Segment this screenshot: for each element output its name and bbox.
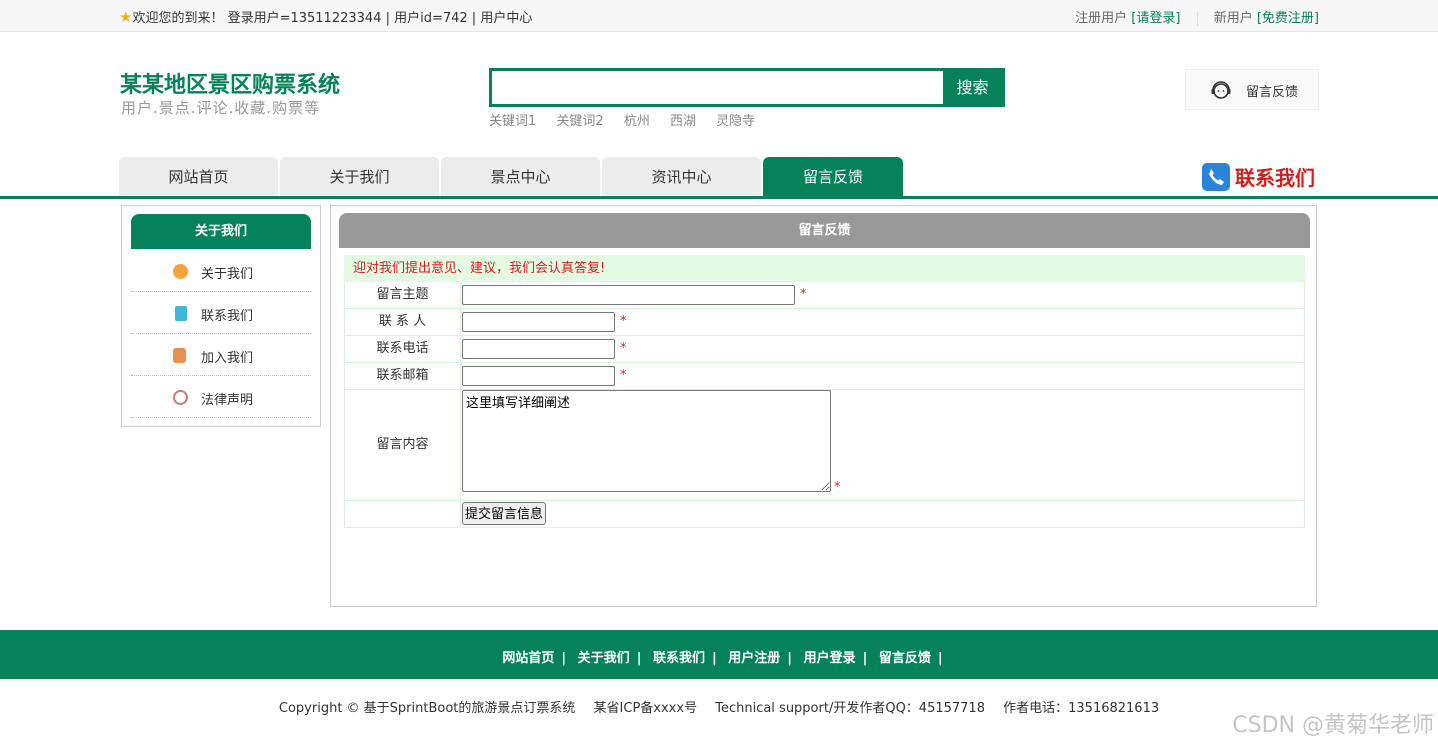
author-phone-text: 作者电话：13516821613 — [1003, 701, 1160, 716]
keyword-link[interactable]: 关键词2 — [556, 114, 603, 129]
contact-row: 联 系 人 * — [344, 309, 1305, 336]
keyword-link[interactable]: 关键词1 — [489, 114, 536, 129]
welcome-message: 欢迎您的到来！ 登录用户=13511223344 | 用户id=742 | 用户… — [132, 11, 533, 26]
nav-tab-feedback[interactable]: 留言反馈 — [763, 157, 903, 197]
footer-separator: | — [862, 651, 868, 666]
phone-row: 联系电话 * — [344, 336, 1305, 363]
coin-icon — [173, 264, 188, 279]
phone-input[interactable] — [462, 339, 615, 359]
headset-icon — [1211, 81, 1231, 99]
support-text: Technical support/开发作者QQ：45157718 — [715, 701, 985, 716]
site-subtitle: 用户.景点.评论.收藏.购票等 — [121, 99, 321, 117]
account-links: 注册用户 [请登录] 新用户 [免费注册] — [1075, 7, 1319, 26]
footer-separator: | — [937, 651, 943, 666]
search-box: 搜索 — [489, 68, 1005, 107]
sidebar-item-label: 联系我们 — [201, 309, 254, 324]
email-label: 联系邮箱 — [345, 363, 461, 389]
sidebar: 关于我们 关于我们 联系我们 加入我们 法律声明 — [121, 205, 321, 427]
keyword-link[interactable]: 灵隐寺 — [716, 114, 755, 129]
footer-separator: | — [711, 651, 717, 666]
content-textarea[interactable]: 这里填写详细阐述 — [462, 390, 831, 492]
email-input[interactable] — [462, 366, 615, 386]
star-icon: ★ — [119, 8, 133, 26]
sidebar-item-join[interactable]: 加入我们 — [131, 334, 311, 376]
required-mark: * — [620, 368, 627, 383]
form-notice: 迎对我们提出意见、建议，我们会认真答复! — [344, 255, 1305, 282]
contact-us-text: 联系我们 — [1235, 166, 1315, 190]
submit-row-spacer — [345, 501, 461, 527]
login-link[interactable]: [请登录] — [1131, 11, 1180, 26]
footer-link-home[interactable]: 网站首页 — [502, 651, 554, 666]
sidebar-item-about[interactable]: 关于我们 — [131, 250, 311, 292]
welcome-text: ★欢迎您的到来！ 登录用户=13511223344 | 用户id=742 | 用… — [119, 7, 532, 26]
subject-row: 留言主题 * — [344, 282, 1305, 309]
email-row: 联系邮箱 * — [344, 363, 1305, 390]
footer-separator: | — [787, 651, 793, 666]
contact-label: 联 系 人 — [345, 309, 461, 335]
nav-tab-attractions[interactable]: 景点中心 — [441, 157, 600, 197]
sidebar-item-label: 关于我们 — [201, 267, 254, 282]
keyword-link[interactable]: 杭州 — [624, 114, 650, 129]
new-user-label: 新用户 — [1213, 11, 1253, 26]
panel-title: 留言反馈 — [339, 213, 1310, 248]
subject-input[interactable] — [462, 285, 795, 305]
sidebar-item-label: 加入我们 — [201, 351, 254, 366]
required-mark: * — [800, 287, 807, 302]
footer-separator: | — [636, 651, 642, 666]
footer-link-about[interactable]: 关于我们 — [578, 651, 630, 666]
submit-button[interactable]: 提交留言信息 — [462, 502, 547, 525]
copyright-text: Copyright © 基于SprintBoot的旅游景点订票系统 — [278, 701, 576, 716]
lock-icon — [173, 348, 186, 363]
contact-input[interactable] — [462, 312, 615, 332]
feedback-panel: 留言反馈 迎对我们提出意见、建议，我们会认真答复! 留言主题 * 联 系 人 *… — [330, 205, 1317, 607]
nav-tab-about[interactable]: 关于我们 — [280, 157, 439, 197]
clipboard-icon — [175, 306, 187, 321]
submit-row: 提交留言信息 — [344, 501, 1305, 528]
footer-link-login[interactable]: 用户登录 — [804, 651, 856, 666]
phone-label: 联系电话 — [345, 336, 461, 362]
footer-link-feedback[interactable]: 留言反馈 — [879, 651, 931, 666]
content-label: 留言内容 — [345, 390, 461, 500]
copyright-bar: Copyright © 基于SprintBoot的旅游景点订票系统 某省ICP备… — [0, 697, 1438, 716]
sidebar-item-legal[interactable]: 法律声明 — [131, 376, 311, 418]
footer-links: 网站首页 | 关于我们 | 联系我们 | 用户注册 | 用户登录 | 留言反馈 | — [495, 647, 942, 666]
sidebar-item-contact[interactable]: 联系我们 — [131, 292, 311, 334]
nav-tab-home[interactable]: 网站首页 — [119, 157, 278, 197]
csdn-watermark: CSDN @黄菊华老师 — [1232, 713, 1434, 738]
free-register-link[interactable]: [免费注册] — [1257, 11, 1319, 26]
site-title[interactable]: 某某地区景区购票系统 — [120, 67, 340, 99]
content-row: 留言内容 这里填写详细阐述 * — [344, 390, 1305, 501]
feedback-shortcut-label: 留言反馈 — [1246, 85, 1299, 100]
search-input[interactable] — [492, 71, 943, 104]
contact-us-banner[interactable]: 联系我们 — [1202, 162, 1315, 192]
footer-nav: 网站首页 | 关于我们 | 联系我们 | 用户注册 | 用户登录 | 留言反馈 | — [0, 630, 1438, 679]
footer-link-contact[interactable]: 联系我们 — [653, 651, 705, 666]
divider — [1196, 11, 1198, 26]
subject-label: 留言主题 — [345, 282, 461, 308]
search-button[interactable]: 搜索 — [943, 71, 1002, 104]
required-mark: * — [834, 480, 841, 495]
nav-underline — [0, 196, 1438, 199]
power-icon — [173, 390, 188, 405]
sidebar-title: 关于我们 — [131, 214, 311, 249]
hot-keywords: 关键词1 关键词2 杭州 西湖 灵隐寺 — [489, 110, 771, 129]
required-mark: * — [620, 341, 627, 356]
footer-separator: | — [561, 651, 567, 666]
feedback-shortcut[interactable]: 留言反馈 — [1185, 69, 1319, 110]
nav-tab-news[interactable]: 资讯中心 — [602, 157, 761, 197]
keyword-link[interactable]: 西湖 — [670, 114, 696, 129]
phone-icon — [1202, 162, 1230, 191]
footer-link-register[interactable]: 用户注册 — [728, 651, 780, 666]
sidebar-item-label: 法律声明 — [201, 393, 254, 408]
register-user-label: 注册用户 — [1075, 11, 1128, 26]
top-bar: ★欢迎您的到来！ 登录用户=13511223344 | 用户id=742 | 用… — [0, 0, 1438, 32]
required-mark: * — [620, 314, 627, 329]
icp-text: 某省ICP备xxxx号 — [593, 701, 698, 716]
